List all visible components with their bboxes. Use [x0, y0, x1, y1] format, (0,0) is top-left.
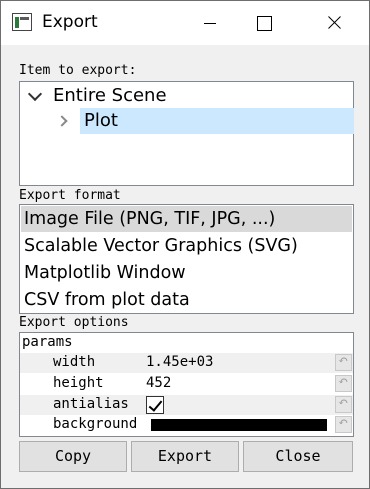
- tree-item-plot[interactable]: Plot: [20, 108, 354, 134]
- param-row-height[interactable]: height 452: [20, 374, 353, 394]
- tree-item-label: Plot: [84, 110, 118, 131]
- window-title: Export: [42, 12, 98, 32]
- reset-icon[interactable]: [335, 353, 352, 371]
- title-bar[interactable]: Export: [1, 1, 369, 45]
- close-button[interactable]: Close: [243, 441, 353, 472]
- param-row-width[interactable]: width 1.45e+03: [20, 353, 353, 373]
- close-icon[interactable]: [311, 1, 357, 45]
- param-group-label: params: [22, 334, 73, 350]
- param-name: antialias: [53, 396, 129, 412]
- maximize-icon[interactable]: [239, 1, 285, 45]
- reset-icon[interactable]: [335, 395, 352, 413]
- export-format-label: Export format: [19, 188, 121, 203]
- format-item-image[interactable]: Image File (PNG, TIF, JPG, ...): [21, 206, 352, 232]
- selection-highlight: [80, 108, 354, 134]
- tree-item-label: Entire Scene: [53, 85, 167, 106]
- app-icon: [12, 13, 32, 31]
- format-list[interactable]: Image File (PNG, TIF, JPG, ...) Scalable…: [19, 204, 354, 314]
- reset-icon[interactable]: [335, 415, 352, 433]
- export-button[interactable]: Export: [131, 441, 239, 472]
- param-row-antialias[interactable]: antialias: [20, 395, 353, 415]
- export-dialog: Export Item to export: Entire Scene Plot…: [0, 0, 370, 489]
- param-name: width: [53, 354, 96, 370]
- format-item-svg[interactable]: Scalable Vector Graphics (SVG): [21, 233, 352, 259]
- copy-button[interactable]: Copy: [19, 441, 127, 472]
- format-item-csv[interactable]: CSV from plot data: [21, 287, 352, 313]
- antialias-checkbox[interactable]: [146, 396, 164, 414]
- tree-item-entire-scene[interactable]: Entire Scene: [20, 83, 353, 109]
- chevron-right-icon[interactable]: [56, 115, 68, 127]
- minimize-icon[interactable]: [187, 1, 233, 45]
- param-row-background[interactable]: background: [20, 415, 353, 435]
- item-tree[interactable]: Entire Scene Plot: [19, 81, 354, 186]
- reset-icon[interactable]: [335, 374, 352, 392]
- background-color-swatch[interactable]: [151, 419, 327, 431]
- chevron-down-icon[interactable]: [27, 86, 43, 102]
- width-value[interactable]: 1.45e+03: [146, 354, 213, 370]
- param-name: height: [53, 375, 104, 391]
- param-name: background: [53, 416, 138, 432]
- format-item-matplotlib[interactable]: Matplotlib Window: [21, 260, 352, 286]
- param-group-row: params: [20, 333, 353, 353]
- item-to-export-label: Item to export:: [19, 63, 137, 78]
- height-value[interactable]: 452: [146, 375, 171, 391]
- params-tree[interactable]: params width 1.45e+03 height 452 antiali…: [19, 332, 354, 437]
- export-options-label: Export options: [19, 315, 129, 330]
